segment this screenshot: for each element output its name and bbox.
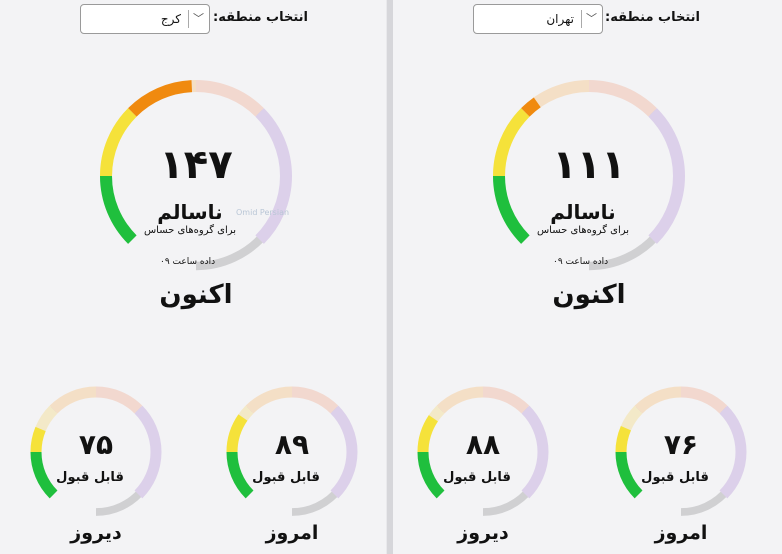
gauge-today bbox=[615, 386, 747, 516]
aqi-today-value: ۸۹ bbox=[274, 428, 310, 461]
gauge-band-unhealthy bbox=[680, 386, 728, 414]
panel-tehran: انتخاب منطقه: تهران ﹀ ۱۱۱ ناسالم برای گر… bbox=[393, 0, 782, 554]
gauge-band-very-unhealthy bbox=[330, 405, 358, 499]
caption-today: امروز bbox=[654, 522, 708, 544]
gauge-band-sensitive bbox=[245, 386, 293, 414]
gauge-fill-moderate bbox=[615, 425, 632, 453]
gauge-band-very-unhealthy bbox=[719, 405, 747, 499]
panel-karaj: انتخاب منطقه: کرج ﹀ ۱۴۷ ناسالم برای گروه… bbox=[0, 0, 386, 554]
aqi-today-status: قابل قبول bbox=[641, 470, 709, 485]
caption-today: امروز bbox=[265, 522, 319, 544]
aqi-screen: انتخاب منطقه: کرج ﹀ ۱۴۷ ناسالم برای گروه… bbox=[0, 0, 782, 554]
aqi-today-status: قابل قبول bbox=[252, 470, 320, 485]
gauge-today bbox=[226, 386, 358, 516]
gauge-fill-moderate bbox=[226, 414, 248, 453]
aqi-today-value: ۷۶ bbox=[663, 428, 699, 461]
gauge-band-unhealthy bbox=[291, 386, 339, 414]
gauge-band-sensitive bbox=[634, 386, 682, 414]
